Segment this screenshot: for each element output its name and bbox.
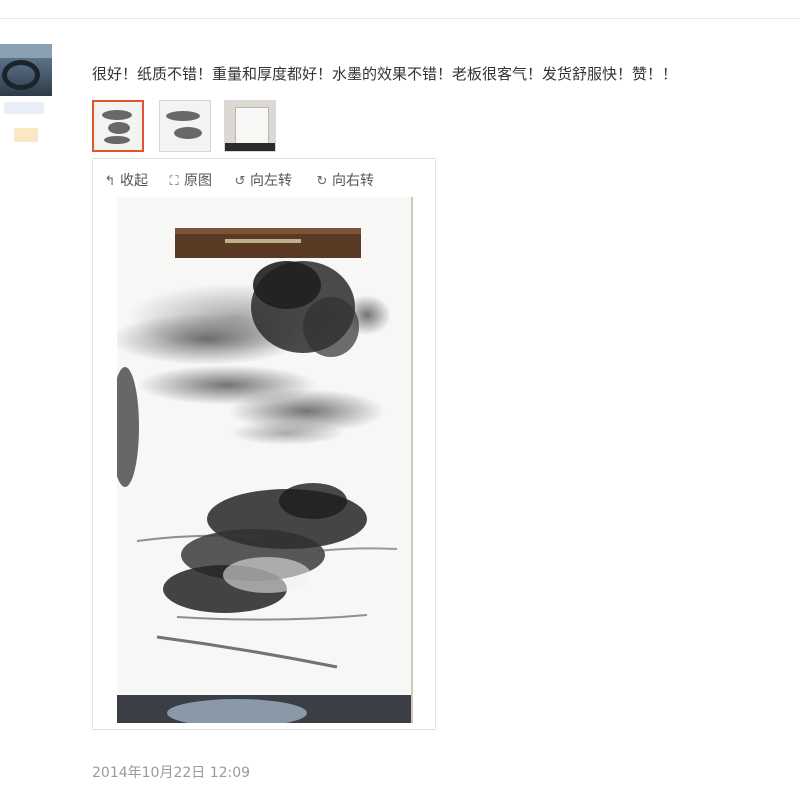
review-text: 很好！纸质不错！重量和厚度都好！水墨的效果不错！老板很客气！发货舒服快！赞！！ — [92, 65, 678, 83]
review-photo[interactable] — [117, 197, 413, 723]
thumb-ink-mark — [102, 110, 132, 120]
collapse-label: 收起 — [120, 173, 148, 189]
user-level-badge-blurred — [14, 128, 38, 142]
thumb-ink-mark — [166, 111, 200, 121]
ink-landscape-painting — [117, 197, 413, 723]
rotate-right-button[interactable]: ↻ 向右转 — [315, 171, 374, 192]
rotate-left-button[interactable]: ↺ 向左转 — [233, 171, 292, 192]
review-timestamp: 2014年10月22日 12:09 — [92, 765, 251, 781]
steering-wheel-icon — [2, 60, 40, 90]
thumbnail-2[interactable] — [159, 100, 211, 152]
avatar[interactable] — [0, 44, 52, 96]
table-edge — [225, 143, 275, 151]
collapse-button[interactable]: ↰ 收起 — [103, 171, 148, 192]
avatar-dashboard — [0, 44, 52, 58]
thumb-ink-mark — [174, 127, 202, 139]
fullsize-icon: ⛶ — [169, 174, 179, 189]
rotate-right-icon: ↻ — [316, 174, 328, 189]
original-image-button[interactable]: ⛶ 原图 — [167, 171, 212, 192]
thumb-ink-mark — [108, 122, 130, 134]
review-page: 很好！纸质不错！重量和厚度都好！水墨的效果不错！老板很客气！发货舒服快！赞！！ … — [0, 0, 800, 800]
original-image-label: 原图 — [184, 173, 212, 189]
rotate-left-label: 向左转 — [250, 173, 292, 189]
rotate-left-icon: ↺ — [234, 174, 246, 189]
top-divider — [0, 18, 800, 19]
thumbnail-3[interactable] — [224, 100, 276, 152]
username-blurred — [4, 102, 44, 114]
thumbnail-1[interactable] — [92, 100, 144, 152]
rotate-right-label: 向右转 — [332, 173, 374, 189]
thumb-ink-mark — [104, 136, 130, 144]
collapse-icon: ↰ — [104, 174, 116, 189]
image-viewer: ↰ 收起 ⛶ 原图 ↺ 向左转 ↻ 向右转 — [92, 158, 436, 730]
